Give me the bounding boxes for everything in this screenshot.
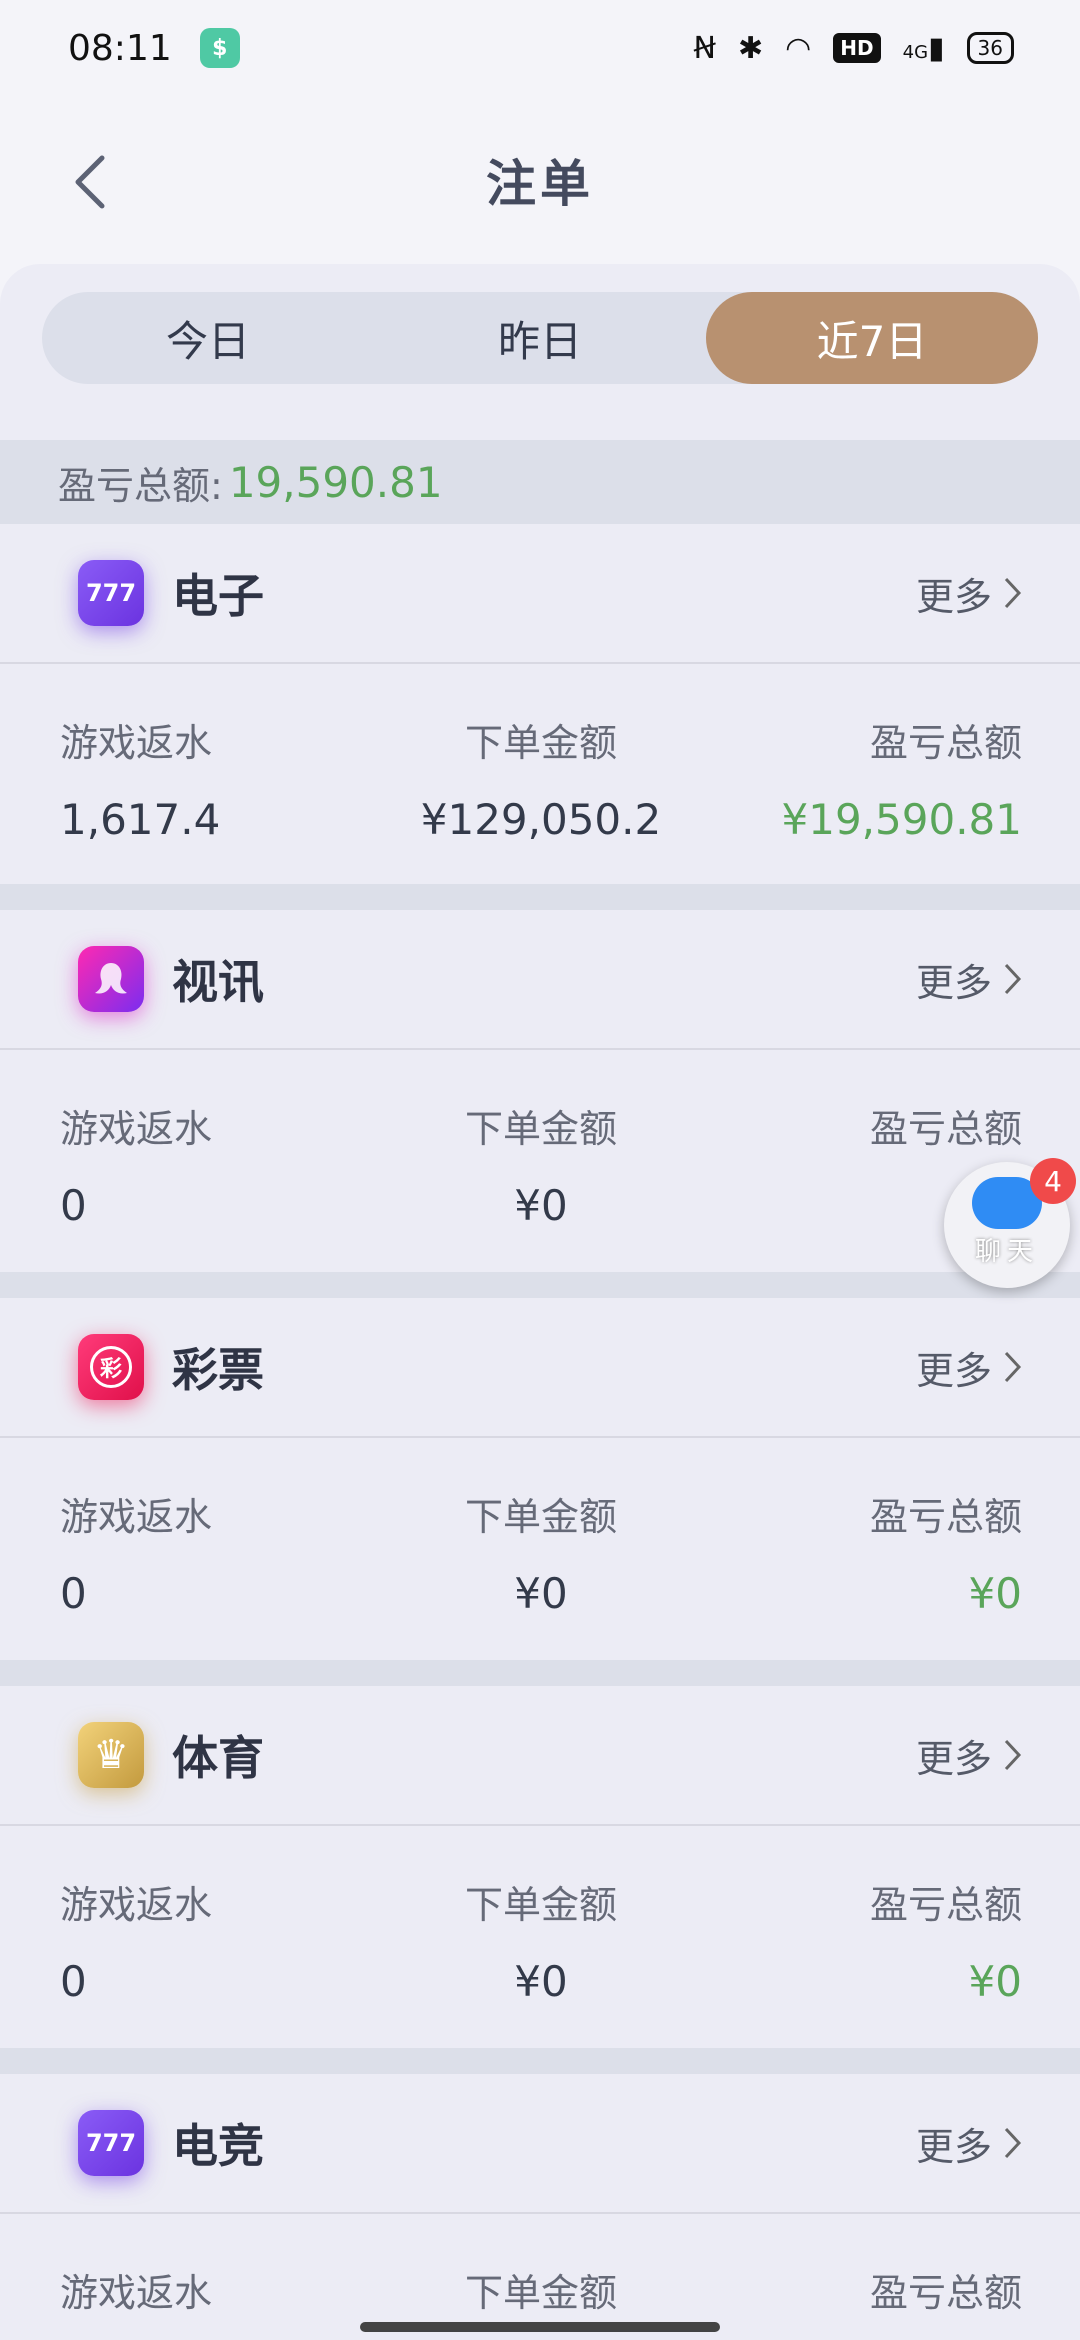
bet-label: 下单金额: [464, 721, 617, 765]
more-label: 更多: [915, 574, 992, 619]
more-button[interactable]: 更多: [916, 952, 1022, 1007]
profit-value: ¥19,590.81: [781, 795, 1022, 844]
rebate-label: 游戏返水: [60, 721, 213, 765]
chevron-right-icon: [1004, 1739, 1022, 1771]
divider: [0, 1272, 1080, 1298]
profit-value: ¥0: [968, 1569, 1022, 1618]
tab-today[interactable]: 今日: [42, 292, 374, 384]
rebate-label: 游戏返水: [60, 1107, 213, 1151]
divider: [0, 2048, 1080, 2074]
hd-icon: HD: [833, 33, 881, 63]
wifi-icon: ◠: [785, 30, 812, 66]
profit-label: 盈亏总额: [869, 2271, 1022, 2315]
divider: [0, 1660, 1080, 1686]
page-title: 注单: [486, 155, 594, 213]
category-section: 777 电子 更多 游戏返水 1,617.4 下单金额 ¥129,050.2 盈亏总…: [0, 524, 1080, 886]
tab-yesterday[interactable]: 昨日: [374, 292, 706, 384]
chat-unread-badge: 4: [1030, 1158, 1076, 1204]
sport-crown-icon: ♛: [78, 1722, 144, 1788]
chevron-right-icon: [1004, 1351, 1022, 1383]
rebate-label: 游戏返水: [60, 1495, 213, 1539]
date-range-tabs: 今日 昨日 近7日: [42, 292, 1038, 384]
more-label: 更多: [915, 1348, 992, 1393]
bet-label: 下单金额: [464, 1495, 617, 1539]
back-button[interactable]: [60, 152, 120, 212]
category-section: 彩 彩票 更多 游戏返水 0 下单金额 ¥0 盈亏总额 ¥0: [0, 1298, 1080, 1660]
category-section: 视讯 更多 游戏返水 0 下单金额 ¥0 盈亏总额: [0, 910, 1080, 1272]
nfc-icon: Ꞥ: [693, 30, 716, 66]
app-notification-icon: $: [199, 28, 240, 68]
chat-label: 聊天: [974, 1236, 1039, 1267]
profit-summary: 盈亏总额: 19,590.81: [0, 440, 1080, 524]
bet-label: 下单金额: [464, 1883, 617, 1927]
more-label: 更多: [915, 960, 992, 1005]
tab-last-7-days[interactable]: 近7日: [706, 292, 1038, 384]
profit-label: 盈亏总额: [869, 721, 1022, 765]
bet-value: ¥0: [514, 1957, 568, 2006]
chevron-right-icon: [1004, 577, 1022, 609]
bet-value: ¥0: [514, 1569, 568, 1618]
page-header: 注单: [0, 120, 1080, 240]
more-label: 更多: [915, 1736, 992, 1781]
status-bar: 08:11 $ Ꞥ ✱ ◠ HD 4G▮ 36: [0, 0, 1080, 96]
chevron-right-icon: [1004, 2127, 1022, 2159]
category-section: ♛ 体育 更多 游戏返水 0 下单金额 ¥0 盈亏总额 ¥0: [0, 1686, 1080, 2048]
slot-777-icon: 777: [78, 560, 144, 626]
rebate-label: 游戏返水: [60, 1883, 213, 1927]
summary-value: 19,590.81: [228, 457, 443, 507]
live-video-icon: [78, 946, 144, 1012]
bet-label: 下单金额: [464, 1107, 617, 1151]
category-name: 电子: [172, 569, 264, 623]
rebate-value: 0: [60, 1569, 87, 1618]
summary-label: 盈亏总额:: [58, 463, 223, 508]
more-button[interactable]: 更多: [916, 2116, 1022, 2171]
signal-4g-icon: 4G▮: [902, 30, 945, 66]
rebate-value: 0: [60, 1957, 87, 2006]
category-section: 777 电竞 更多 游戏返水 下单金额 盈亏总额: [0, 2074, 1080, 2340]
category-name: 视讯: [172, 955, 264, 1009]
lottery-icon: 彩: [78, 1334, 144, 1400]
category-name: 电竞: [172, 2119, 264, 2173]
profit-label: 盈亏总额: [869, 1883, 1022, 1927]
category-name: 彩票: [172, 1343, 264, 1397]
more-button[interactable]: 更多: [916, 1728, 1022, 1783]
chevron-right-icon: [1004, 963, 1022, 995]
chevron-left-icon: [75, 155, 105, 209]
chat-float-button[interactable]: 聊天 4: [944, 1158, 1076, 1288]
bet-value: ¥129,050.2: [420, 795, 662, 844]
more-button[interactable]: 更多: [916, 1340, 1022, 1395]
more-label: 更多: [915, 2124, 992, 2169]
profit-label: 盈亏总额: [869, 1495, 1022, 1539]
divider: [0, 884, 1080, 910]
home-indicator[interactable]: [360, 2322, 720, 2332]
status-time: 08:11: [68, 27, 172, 69]
rebate-value: 1,617.4: [60, 795, 221, 844]
bet-label: 下单金额: [464, 2271, 617, 2315]
rebate-label: 游戏返水: [60, 2271, 213, 2315]
bet-value: ¥0: [514, 1181, 568, 1230]
more-button[interactable]: 更多: [916, 566, 1022, 621]
category-name: 体育: [172, 1731, 264, 1785]
main-panel: 今日 昨日 近7日 盈亏总额: 19,590.81 777 电子 更多 游戏返水…: [0, 264, 1080, 2340]
esport-777-icon: 777: [78, 2110, 144, 2176]
bluetooth-icon: ✱: [737, 30, 764, 66]
rebate-value: 0: [60, 1181, 87, 1230]
profit-value: ¥0: [968, 1957, 1022, 2006]
profit-label: 盈亏总额: [869, 1107, 1022, 1151]
battery-icon: 36: [966, 32, 1014, 64]
